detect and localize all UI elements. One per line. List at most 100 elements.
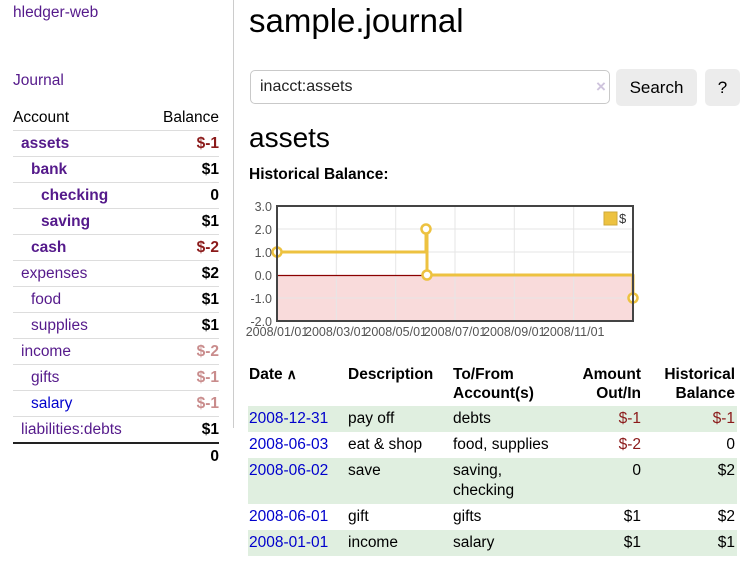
- transaction-balance: $-1: [643, 406, 737, 432]
- svg-text:2008/11/01: 2008/11/01: [543, 325, 605, 339]
- search-input[interactable]: [250, 70, 610, 104]
- transaction-description: save: [343, 458, 448, 504]
- app-title-link[interactable]: hledger-web: [13, 4, 98, 22]
- account-balance: $1: [141, 313, 219, 339]
- transaction-row: 2008-12-31 pay off debts $-1 $-1: [248, 406, 737, 432]
- account-balance: $-1: [141, 131, 219, 157]
- sidebar-account-link-cash[interactable]: cash: [31, 239, 66, 256]
- transaction-date-link[interactable]: 2008-06-02: [249, 462, 328, 479]
- svg-text:0.0: 0.0: [255, 269, 272, 283]
- transaction-row: 2008-06-02 save saving, checking 0 $2: [248, 458, 737, 504]
- svg-text:-1.0: -1.0: [250, 292, 272, 306]
- table-row: bank $1: [13, 157, 219, 183]
- sidebar-account-link-expenses[interactable]: expenses: [21, 265, 87, 282]
- legend-swatch: [604, 212, 617, 225]
- transaction-description: gift: [343, 504, 448, 530]
- accounts-column-header: To/From Account(s): [448, 362, 563, 406]
- page-title: sample.journal: [249, 2, 464, 40]
- account-balance: $2: [141, 261, 219, 287]
- balance-column-header: Balance: [141, 106, 219, 131]
- table-row: supplies $1: [13, 313, 219, 339]
- historical-balance-chart: $ 3.0 2.0 1.0 0.0 -1.0 -2.0 2008/01/01 2…: [245, 202, 640, 352]
- transaction-balance: $1: [643, 530, 737, 556]
- sidebar-account-link-liabilities-debts[interactable]: liabilities:debts: [21, 421, 122, 438]
- sidebar-account-link-supplies[interactable]: supplies: [31, 317, 88, 334]
- transaction-amount: $-1: [563, 406, 643, 432]
- transaction-accounts: debts: [448, 406, 563, 432]
- chart-heading: Historical Balance:: [249, 166, 389, 184]
- x-axis-labels: 2008/01/01 2008/03/01 2008/05/01 2008/07…: [246, 325, 605, 339]
- account-balance: $-1: [141, 391, 219, 417]
- amount-column-header: Amount Out/In: [563, 362, 643, 406]
- transaction-accounts: saving, checking: [448, 458, 563, 504]
- table-row: salary $-1: [13, 391, 219, 417]
- accounts-table-header: Account Balance: [13, 106, 219, 131]
- description-column-header: Description: [343, 362, 448, 406]
- transaction-date-link[interactable]: 2008-06-01: [249, 508, 328, 525]
- table-row: liabilities:debts $1: [13, 417, 219, 444]
- svg-text:2008/07/01: 2008/07/01: [424, 325, 487, 339]
- transaction-description: pay off: [343, 406, 448, 432]
- account-column-header: Account: [13, 106, 141, 131]
- svg-text:2008/03/01: 2008/03/01: [305, 325, 368, 339]
- svg-text:2008/01/01: 2008/01/01: [246, 325, 309, 339]
- table-row: checking 0: [13, 183, 219, 209]
- account-balance: $1: [141, 157, 219, 183]
- sidebar-account-link-income[interactable]: income: [21, 343, 71, 360]
- sidebar-item-journal[interactable]: Journal: [13, 72, 64, 90]
- accounts-balance-table: Account Balance assets $-1 bank $1 check…: [13, 106, 219, 469]
- account-heading: assets: [249, 122, 330, 154]
- sidebar-account-link-saving[interactable]: saving: [41, 213, 90, 230]
- table-row: assets $-1: [13, 131, 219, 157]
- transaction-amount: $1: [563, 504, 643, 530]
- transaction-date-link[interactable]: 2008-06-03: [249, 436, 328, 453]
- account-balance: $1: [141, 417, 219, 444]
- svg-text:2.0: 2.0: [255, 223, 272, 237]
- account-balance: $-2: [141, 235, 219, 261]
- transaction-accounts: salary: [448, 530, 563, 556]
- sidebar-account-link-bank[interactable]: bank: [31, 161, 67, 178]
- sidebar-divider: [233, 0, 234, 428]
- transactions-table-header: Date∧ Description To/From Account(s) Amo…: [248, 362, 737, 406]
- hledger-web-app: hledger-web Journal Account Balance asse…: [0, 0, 742, 582]
- account-balance: $-1: [141, 365, 219, 391]
- svg-text:3.0: 3.0: [255, 202, 272, 214]
- svg-text:2008/09/01: 2008/09/01: [483, 325, 546, 339]
- transaction-date-link[interactable]: 2008-01-01: [249, 534, 328, 551]
- chart-legend: $: [604, 211, 627, 226]
- transaction-description: income: [343, 530, 448, 556]
- account-balance: $-2: [141, 339, 219, 365]
- table-row: income $-2: [13, 339, 219, 365]
- transaction-row: 2008-06-03 eat & shop food, supplies $-2…: [248, 432, 737, 458]
- account-balance: $1: [141, 209, 219, 235]
- transaction-balance: $2: [643, 458, 737, 504]
- accounts-total-value: 0: [141, 443, 219, 469]
- search-button[interactable]: Search: [616, 69, 697, 106]
- svg-text:2008/05/01: 2008/05/01: [364, 325, 427, 339]
- table-row: saving $1: [13, 209, 219, 235]
- clear-search-icon[interactable]: ×: [592, 77, 610, 97]
- transaction-row: 2008-01-01 income salary $1 $1: [248, 530, 737, 556]
- transaction-amount: $1: [563, 530, 643, 556]
- transactions-table: Date∧ Description To/From Account(s) Amo…: [248, 362, 737, 556]
- account-balance: 0: [141, 183, 219, 209]
- transaction-balance: 0: [643, 432, 737, 458]
- sort-ascending-icon[interactable]: ∧: [287, 366, 297, 382]
- account-balance: $1: [141, 287, 219, 313]
- sidebar-account-link-food[interactable]: food: [31, 291, 61, 308]
- accounts-total-row: 0: [13, 443, 219, 469]
- sidebar-account-link-gifts[interactable]: gifts: [31, 369, 59, 386]
- sidebar-account-link-assets[interactable]: assets: [21, 135, 69, 152]
- svg-text:1.0: 1.0: [255, 246, 272, 260]
- transaction-row: 2008-06-01 gift gifts $1 $2: [248, 504, 737, 530]
- sidebar-account-link-salary[interactable]: salary: [31, 395, 72, 412]
- balance-column-header: Historical Balance: [643, 362, 737, 406]
- legend-label: $: [619, 211, 627, 226]
- table-row: cash $-2: [13, 235, 219, 261]
- help-button[interactable]: ?: [705, 69, 740, 106]
- sidebar-account-link-checking[interactable]: checking: [41, 187, 108, 204]
- transaction-amount: $-2: [563, 432, 643, 458]
- date-column-header[interactable]: Date∧: [248, 362, 343, 406]
- transaction-date-link[interactable]: 2008-12-31: [249, 410, 328, 427]
- transaction-balance: $2: [643, 504, 737, 530]
